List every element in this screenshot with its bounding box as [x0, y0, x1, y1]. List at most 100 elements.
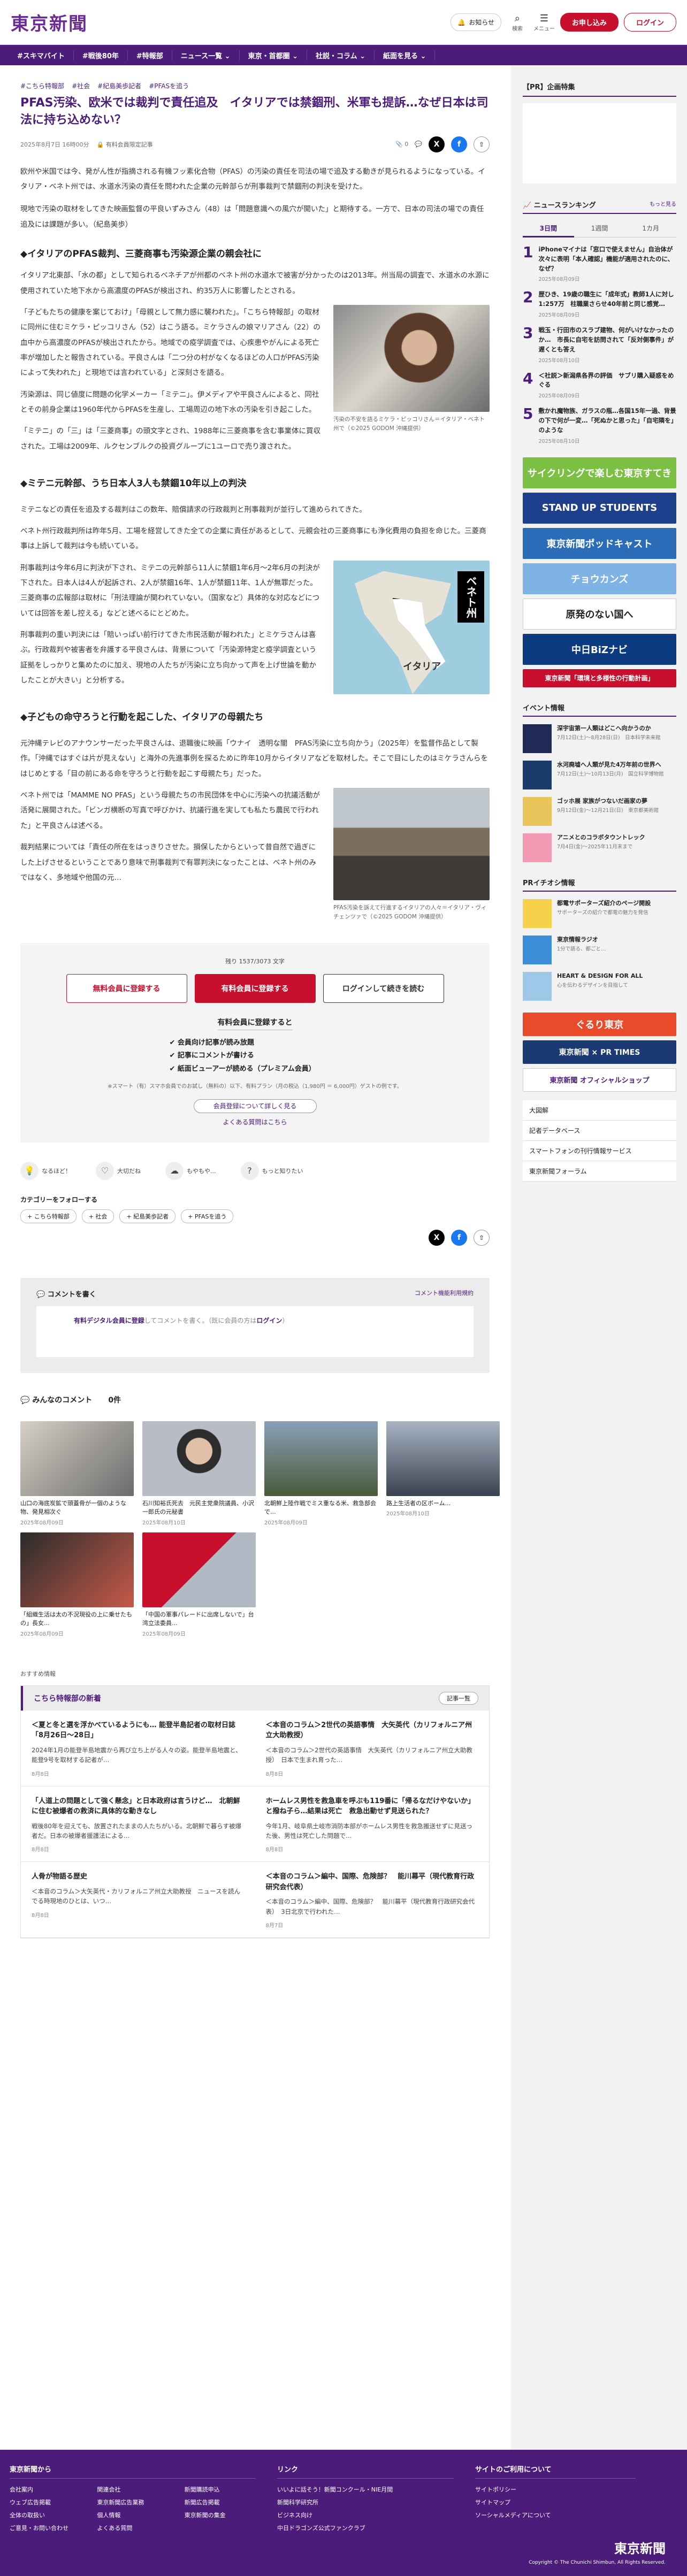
- sidebar-link[interactable]: 記者データベース: [523, 1120, 676, 1141]
- faq-link[interactable]: よくある質問はこちら: [223, 1118, 287, 1126]
- news-card[interactable]: 路上生活者の区ボーム... 2025年08月10日: [386, 1421, 500, 1526]
- tokuho-item[interactable]: ＜本音のコラム＞2世代の英語事情 大矢英代（カリフォルニア州立大助教授） ＜本音の…: [255, 1711, 489, 1787]
- pr-item[interactable]: HEART & DESIGN FOR ALL 心を伝わるデザインを目指して: [523, 971, 676, 1001]
- follow-tag[interactable]: + 社会: [81, 1209, 114, 1223]
- reaction-motto[interactable]: ? もっと知りたい: [240, 1161, 303, 1180]
- tab-1month[interactable]: 1カ月: [625, 220, 677, 237]
- footer-link[interactable]: ソーシャルメディアについて: [475, 2511, 636, 2519]
- footer-link[interactable]: ウェブ広告掲載: [10, 2498, 81, 2506]
- event-item[interactable]: 水河廃墟へ人類が見た4万年前の世界へ 7月12日(土)〜10月13日(月) 国立科…: [523, 760, 676, 789]
- tab-3days[interactable]: 3日間: [523, 220, 574, 237]
- nav-item-editorial[interactable]: 社説・コラム ⌄: [307, 50, 375, 60]
- ranking-item[interactable]: 2 歴ひき、19歳の職生に「成年式」教師1人に対し1:257万 柱職業さらせ40年…: [523, 290, 676, 318]
- banner-bizNavi[interactable]: 中日BiZナビ: [523, 633, 676, 665]
- sidebar-link[interactable]: 大図解: [523, 1100, 676, 1121]
- banner-cycling[interactable]: サイクリングで楽しむ東京すてき: [523, 457, 676, 488]
- login-continue-button[interactable]: ログインして続きを読む: [323, 973, 444, 1003]
- tokuho-more-link[interactable]: 記事一覧: [439, 1691, 478, 1705]
- event-item[interactable]: アニメとのコラボタウントレック 7月4日(金)〜2025年11月末まで: [523, 833, 676, 862]
- tag-link[interactable]: #社会: [72, 81, 90, 90]
- footer-link[interactable]: 個人情報: [97, 2511, 168, 2519]
- event-item[interactable]: 深宇宙第一人類はどこへ向かうのか 7月12日(土)〜8月28日(日) 日本科学未来…: [523, 724, 676, 753]
- pr-feature-box[interactable]: [523, 103, 676, 183]
- news-card[interactable]: 山口の海底炭鉱で頭蓋骨が一個のような物、発見相次ぐ 2025年08月09日: [20, 1421, 134, 1526]
- pr-item[interactable]: 東京情報ラジオ 1分で語る、都ごと…: [523, 935, 676, 964]
- footer-link[interactable]: ご意見・お問い合わせ: [10, 2524, 81, 2532]
- notice-button[interactable]: 🔔 お知らせ: [451, 13, 501, 31]
- banner-prtimes[interactable]: 東京新聞 × PR TIMES: [523, 1040, 676, 1064]
- x-share-icon[interactable]: X: [429, 136, 445, 152]
- ranking-item[interactable]: 4 ＜社説＞新潟県各界の評価 サブリ購入疑惑をめぐる 2025年08月09日: [523, 371, 676, 399]
- facebook-share-icon[interactable]: f: [451, 1229, 467, 1246]
- news-card[interactable]: 石川知裕氏死去 元民主党衆院議員、小沢一郎氏の元秘書 2025年08月10日: [142, 1421, 256, 1526]
- pr-item[interactable]: 都電サポーターズ紹介のページ開設 サポーターズの紹介で都電の魅力を発信: [523, 899, 676, 928]
- footer-link[interactable]: 新聞購読申込: [185, 2485, 256, 2494]
- bookmark-icon[interactable]: 📎 0: [395, 141, 408, 148]
- login-button[interactable]: ログイン: [623, 13, 676, 32]
- photo-michela[interactable]: [333, 304, 490, 412]
- banner-official-shop[interactable]: 東京新聞 オフィシャルショップ: [523, 1068, 676, 1092]
- nav-item-paper[interactable]: 紙面を見る ⌄: [375, 50, 436, 60]
- share-icon[interactable]: ⇧: [474, 136, 490, 152]
- footer-link[interactable]: サイトマップ: [475, 2498, 636, 2506]
- footer-logo[interactable]: 東京新聞: [529, 2538, 666, 2557]
- comment-input-area[interactable]: 有料デジタル会員に登録してコメントを書く。（既に会員の方はログイン）: [36, 1306, 474, 1357]
- ranking-item[interactable]: 5 敷かれ魔物族、ガラスの瓶…各国15年一過、背景の下で何が一変…「死ぬかと思った…: [523, 407, 676, 444]
- nav-item-sukima[interactable]: #スキマバイト: [9, 50, 74, 60]
- comment-login-link[interactable]: ログイン: [256, 1317, 282, 1324]
- search-button[interactable]: ⌕ 検索: [507, 13, 528, 32]
- footer-link[interactable]: いいよに話そう！新聞コンクール・NIE月間: [277, 2485, 454, 2494]
- banner-gurutto[interactable]: ぐるり東京: [523, 1012, 676, 1036]
- nav-item-news[interactable]: ニュース一覧 ⌄: [172, 50, 240, 60]
- reaction-moyamoya[interactable]: ☁ もやもや...: [165, 1161, 216, 1180]
- site-logo[interactable]: 東京新聞: [11, 9, 88, 35]
- sidebar-link[interactable]: スマートフォンの刊行情報サービス: [523, 1140, 676, 1161]
- news-card[interactable]: 北朝鮮上陸作戦でミス重なる米、救急部会で... 2025年08月09日: [264, 1421, 378, 1526]
- photo-march[interactable]: [333, 788, 490, 901]
- sidebar-link[interactable]: 東京新聞フォーラム: [523, 1161, 676, 1182]
- banner-podcast[interactable]: 東京新聞ポッドキャスト: [523, 527, 676, 559]
- footer-link[interactable]: 東京新聞広告業務: [97, 2498, 168, 2506]
- banner-genpatsu[interactable]: 原発のない国へ: [523, 598, 676, 630]
- follow-tag[interactable]: + こちら特報部: [20, 1209, 77, 1223]
- follow-tag[interactable]: + 紀島美歩記者: [119, 1209, 176, 1223]
- membership-info-link[interactable]: 会員登録について詳しく見る: [193, 1099, 317, 1113]
- tokuho-item[interactable]: 「人道上の問題として強く懸念」と日本政府は言うけど… 北朝鮮に住む被爆者の救済に…: [21, 1787, 255, 1862]
- facebook-share-icon[interactable]: f: [451, 136, 467, 152]
- footer-link[interactable]: よくある質問: [97, 2524, 168, 2532]
- paid-register-button[interactable]: 有料会員に登録する: [194, 973, 316, 1003]
- tokuho-item[interactable]: ＜夏と冬と選を浮かべているようにも… 能登半島記者の取材日誌「8月26日〜28日…: [21, 1711, 255, 1787]
- banner-choukanzu[interactable]: チョウカンズ: [523, 563, 676, 594]
- tag-link[interactable]: #紀島美歩記者: [97, 81, 141, 90]
- ranking-item[interactable]: 1 iPhoneマイナは「窓口で使えません」自治体が次々に表明「本人確認」機能が適…: [523, 244, 676, 282]
- comment-register-link[interactable]: 有料デジタル会員に登録: [74, 1317, 144, 1324]
- comment-icon[interactable]: 💬: [415, 141, 422, 148]
- ranking-item[interactable]: 3 戦玉・行田市のスラブ建物、何がいけなかったのか… 市長に自宅を訪問されて「反対…: [523, 325, 676, 363]
- reaction-taisetsu[interactable]: ♡ 大切だね: [96, 1161, 141, 1180]
- nav-item-tokyo[interactable]: 東京・首都圏 ⌄: [240, 50, 307, 60]
- x-share-icon[interactable]: X: [429, 1229, 445, 1246]
- footer-link[interactable]: 東京新聞の集金: [185, 2511, 256, 2519]
- footer-link[interactable]: 新聞広告掲載: [185, 2498, 256, 2506]
- comment-guide-link[interactable]: コメント機能利用規約: [415, 1289, 474, 1299]
- banner-diversity[interactable]: 東京新聞「環境と多様性の行動計画」: [523, 669, 676, 687]
- footer-link[interactable]: 新聞科学研究所: [277, 2498, 454, 2506]
- free-register-button[interactable]: 無料会員に登録する: [66, 973, 187, 1003]
- tokuho-item[interactable]: 人骨が物語る歴史 ＜本音のコラム＞大矢英代・カリフォルニア州立大助教授 ニュースを…: [21, 1862, 255, 1938]
- footer-link[interactable]: ビジネス向け: [277, 2511, 454, 2519]
- menu-button[interactable]: ☰ メニュー: [533, 13, 555, 32]
- tag-link[interactable]: #こちら特報部: [20, 81, 64, 90]
- footer-link[interactable]: 全体の取扱い: [10, 2511, 81, 2519]
- news-card[interactable]: 「中国の軍事パレードに出席しないで」台湾立法委員... 2025年08月09日: [142, 1532, 256, 1637]
- register-button[interactable]: お申し込み: [560, 13, 619, 32]
- news-card[interactable]: 「組織生活は太の不況現役の上に乗せたもの」長女... 2025年08月09日: [20, 1532, 134, 1637]
- footer-link[interactable]: 関連会社: [97, 2485, 168, 2494]
- follow-tag[interactable]: + PFASを追う: [181, 1209, 234, 1223]
- tokuho-item[interactable]: ホームレス男性を救急車を呼ぶも119番に「帰るなだけやないか」と撥ね子ら…結果は…: [255, 1787, 489, 1862]
- footer-link[interactable]: 中日ドラゴンズ公式ファンクラブ: [277, 2524, 454, 2532]
- share-icon[interactable]: ⇧: [474, 1229, 490, 1246]
- nav-item-sengo80[interactable]: #戦後80年: [74, 50, 128, 60]
- nav-item-tokuho[interactable]: #特報部: [128, 50, 172, 60]
- footer-link[interactable]: 会社案内: [10, 2485, 81, 2494]
- tag-link[interactable]: #PFASを追う: [149, 81, 189, 90]
